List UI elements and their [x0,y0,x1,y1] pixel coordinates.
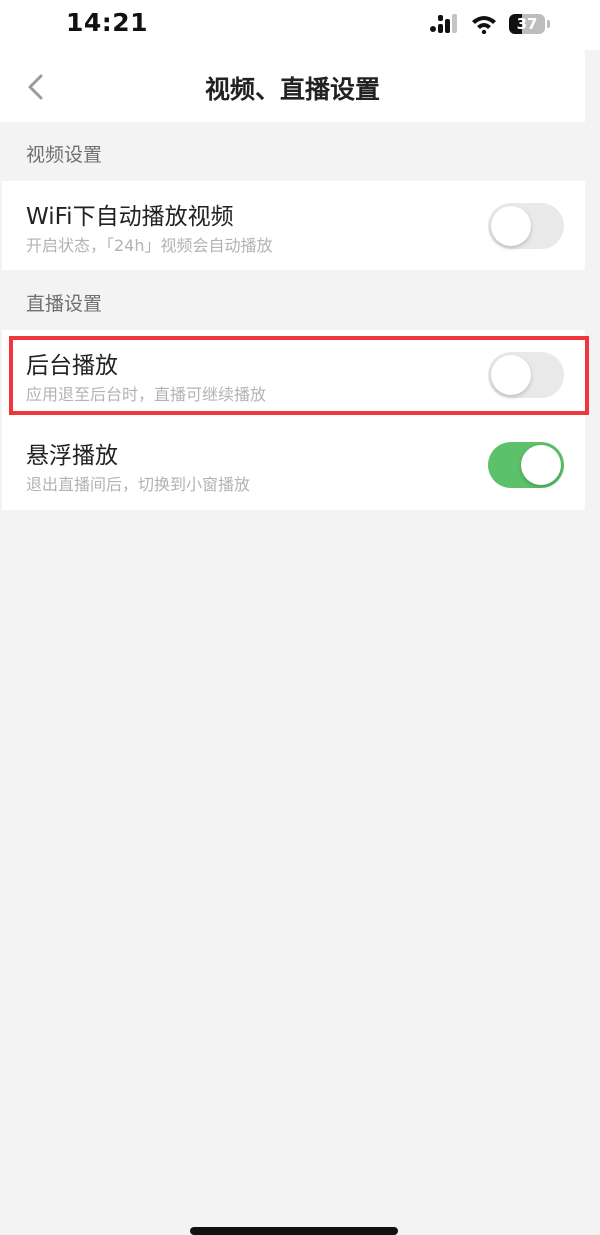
live-settings-card: 后台播放 应用退至后台时，直播可继续播放 悬浮播放 退出直播间后，切换到小窗播放 [2,330,585,510]
toggle-knob [521,445,561,485]
home-indicator [190,1227,398,1235]
floating-play-toggle[interactable] [488,442,564,488]
setting-subtitle: 应用退至后台时，直播可继续播放 [26,385,267,404]
status-time: 14:21 [66,8,149,37]
setting-subtitle: 开启状态，「24h」视频会自动播放 [26,236,273,255]
setting-subtitle: 退出直播间后，切换到小窗播放 [26,475,251,494]
toggle-knob [491,206,531,246]
setting-title: 后台播放 [26,353,118,379]
setting-row-background-play: 后台播放 应用退至后台时，直播可继续播放 [2,330,585,418]
setting-title: WiFi下自动播放视频 [26,204,234,230]
battery-level: 37 [516,15,538,33]
battery-cap [547,20,550,28]
section-header-live: 直播设置 [26,293,103,315]
video-settings-card: WiFi下自动播放视频 开启状态，「24h」视频会自动播放 [2,181,585,270]
wifi-icon [472,16,496,34]
page-title: 视频、直播设置 [204,75,380,104]
battery-icon: 37 [509,14,545,34]
setting-row-floating-play: 悬浮播放 退出直播间后，切换到小窗播放 [2,420,585,508]
status-bar: 14:21 37 [0,0,600,50]
signal-icon [430,14,457,33]
section-header-video: 视频设置 [26,144,103,166]
wifi-autoplay-toggle[interactable] [488,203,564,249]
toggle-knob [491,355,531,395]
status-icons: 37 [429,12,550,36]
setting-row-wifi-autoplay: WiFi下自动播放视频 开启状态，「24h」视频会自动播放 [2,181,585,269]
background-play-toggle[interactable] [488,352,564,398]
nav-bar: 视频、直播设置 [0,50,585,122]
setting-title: 悬浮播放 [26,443,118,469]
